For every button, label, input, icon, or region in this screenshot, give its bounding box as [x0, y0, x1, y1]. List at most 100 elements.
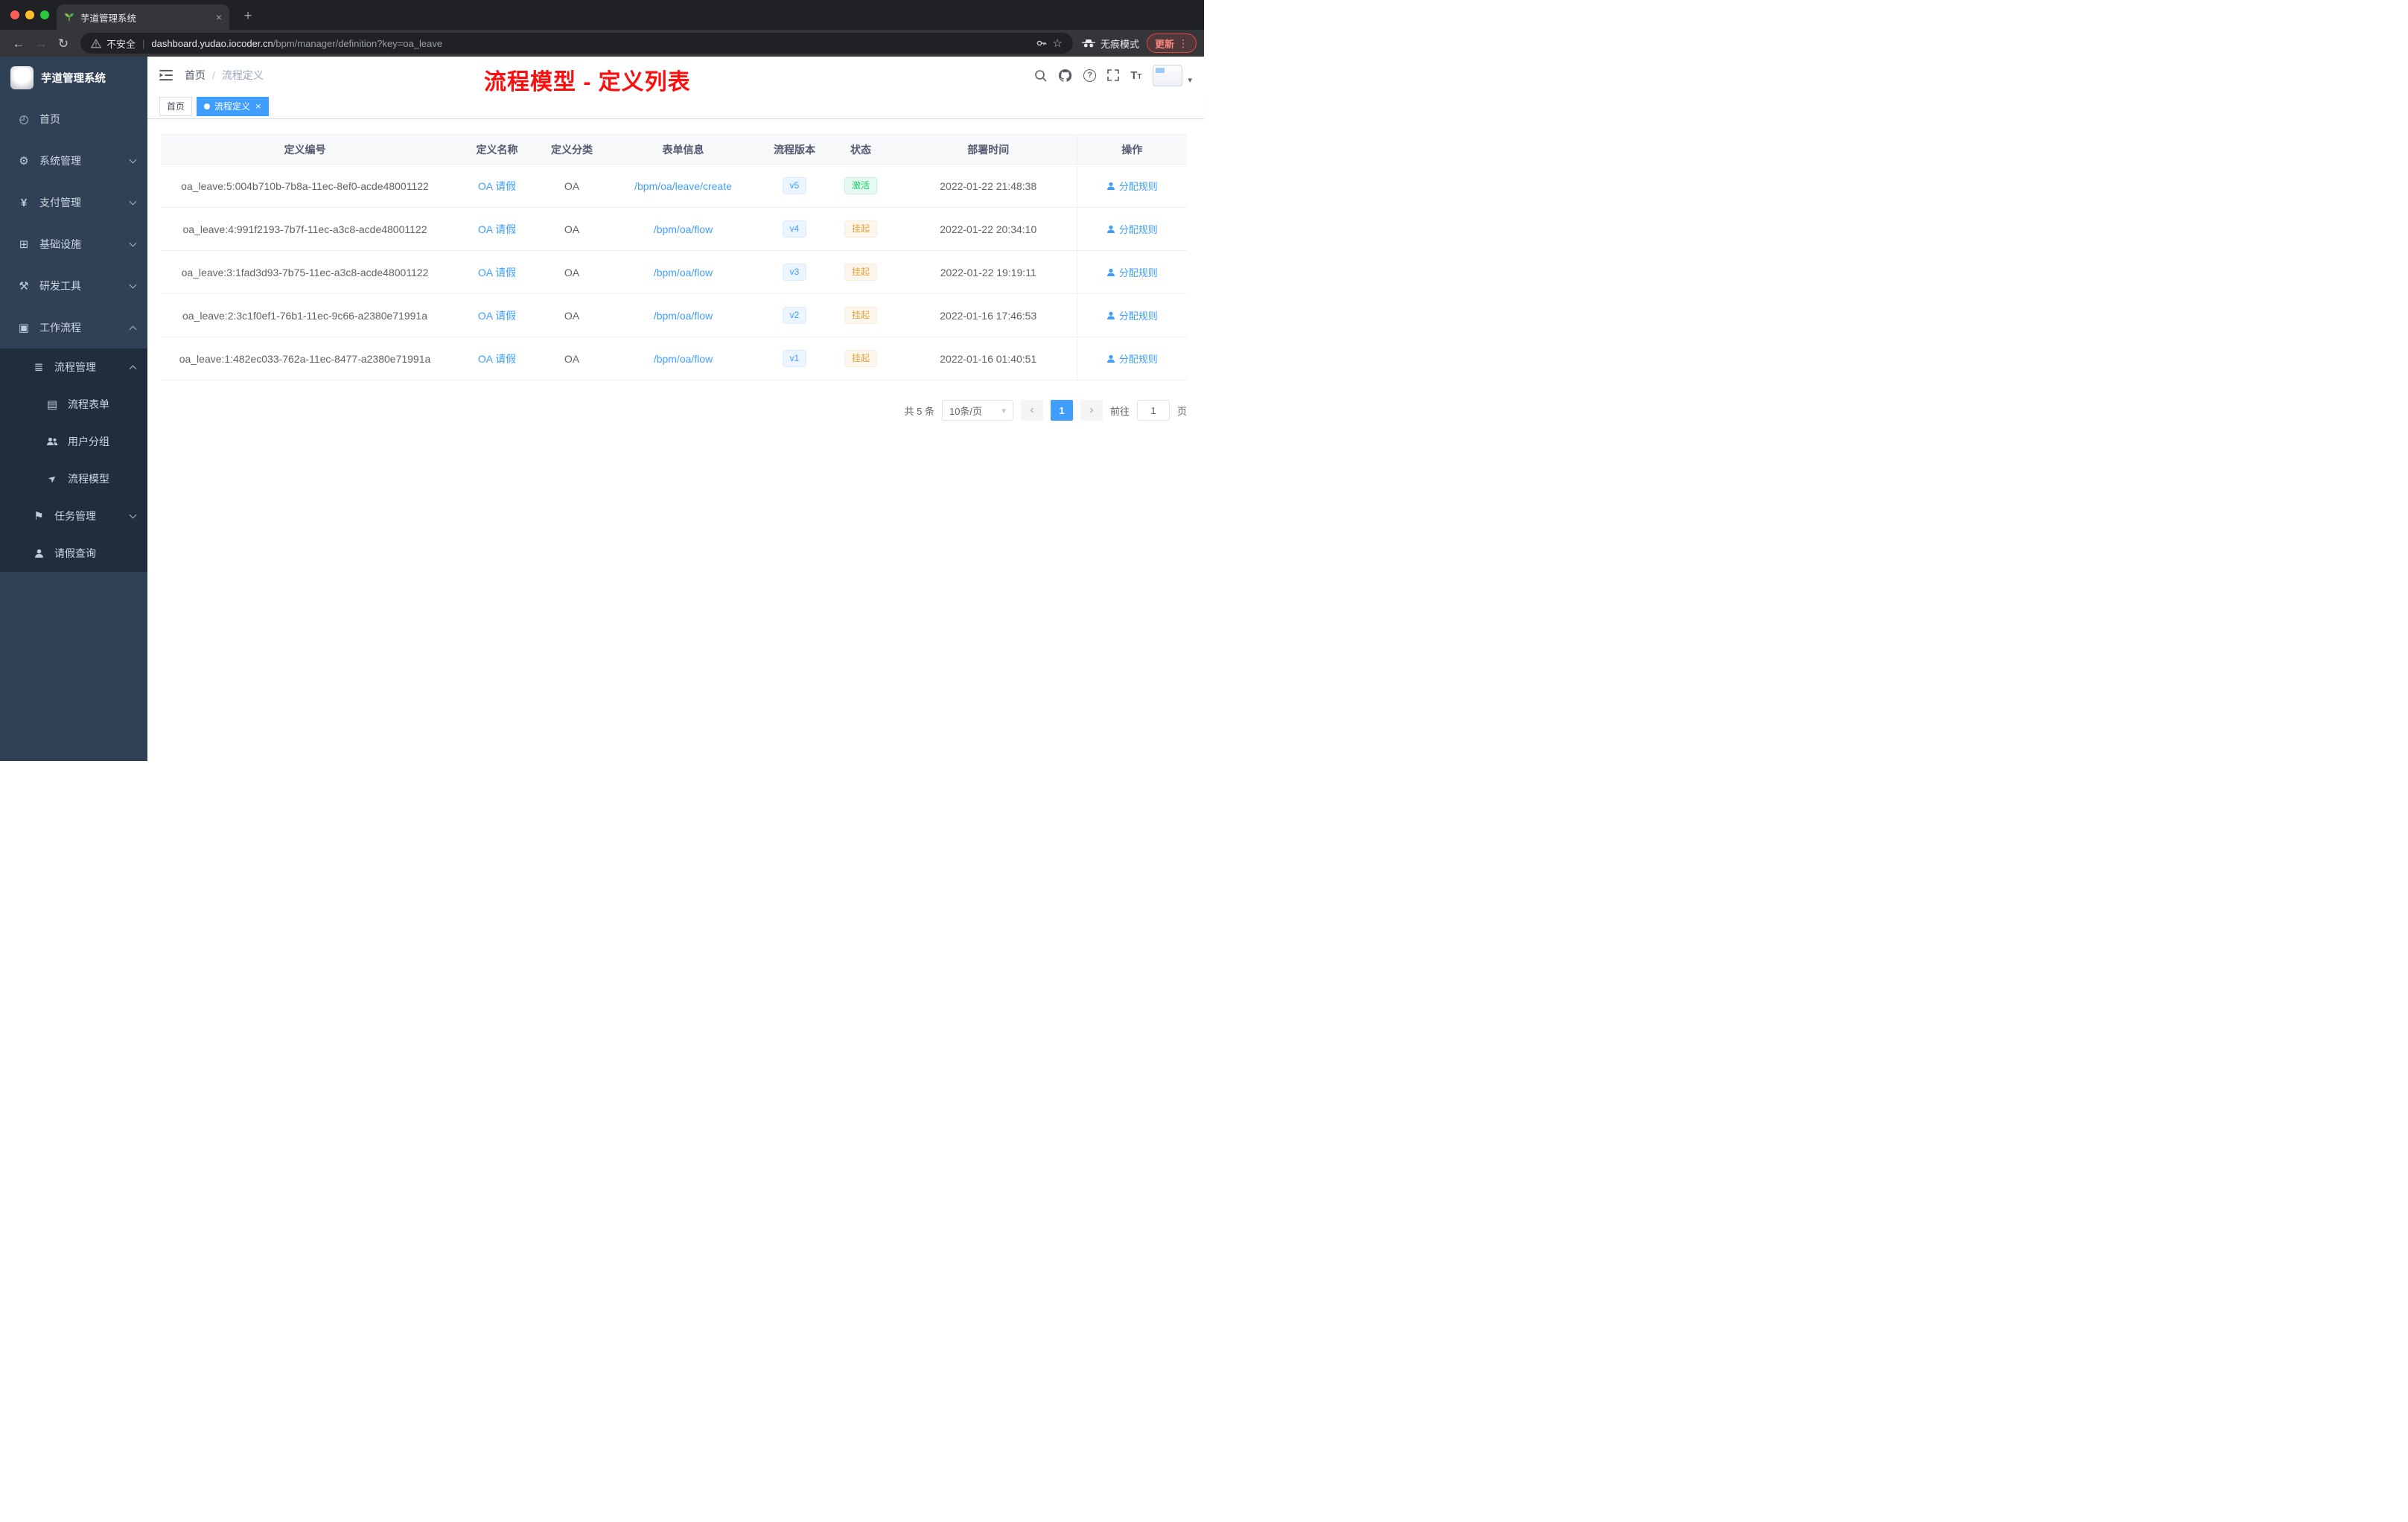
sidebar-item-process-management[interactable]: 流程管理 — [0, 348, 147, 386]
assign-rule-link[interactable]: 分配规则 — [1106, 308, 1158, 322]
forward-button[interactable]: → — [30, 37, 52, 50]
cell-version: v1 — [768, 337, 821, 380]
window-controls — [10, 10, 49, 19]
user-avatar[interactable] — [1153, 64, 1183, 86]
table-header-row: 定义编号 定义名称 定义分类 表单信息 流程版本 状态 部署时间 操作 — [161, 134, 1187, 165]
github-icon[interactable] — [1058, 69, 1072, 83]
form-link[interactable]: /bpm/oa/leave/create — [634, 180, 732, 192]
page-size-select[interactable]: 10条/页 ▾ — [941, 400, 1013, 421]
maximize-window-button[interactable] — [40, 10, 49, 19]
goto-page-input[interactable] — [1136, 400, 1170, 421]
sidebar-item-payment-management[interactable]: 支付管理 — [0, 182, 147, 223]
bookmark-star-icon[interactable]: ☆ — [1053, 38, 1063, 49]
status-badge: 挂起 — [844, 264, 877, 281]
minimize-window-button[interactable] — [25, 10, 34, 19]
navbar-actions: ? TT ▾ — [1034, 64, 1192, 86]
version-badge: v1 — [782, 350, 807, 367]
tag-process-definition[interactable]: 流程定义 × — [197, 96, 269, 116]
page-annotation: 流程模型 - 定义列表 — [484, 70, 691, 95]
reload-button[interactable]: ↻ — [52, 37, 74, 50]
cell-definition-id: oa_leave:2:3c1f0ef1-76b1-11ec-9c66-a2380… — [161, 293, 449, 337]
sidebar-item-infrastructure[interactable]: 基础设施 — [0, 223, 147, 265]
cell-definition-name: OA 请假 — [449, 337, 545, 380]
sidebar-item-process-model[interactable]: 流程模型 — [0, 460, 147, 497]
cell-definition-id: oa_leave:1:482ec033-762a-11ec-8477-a2380… — [161, 337, 449, 380]
sidebar-item-home[interactable]: 首页 — [0, 98, 147, 140]
cell-status: 激活 — [821, 164, 900, 208]
cell-category: OA — [545, 337, 599, 380]
cell-definition-id: oa_leave:5:004b710b-7b8a-11ec-8ef0-acde4… — [161, 164, 449, 208]
chevron-up-icon — [129, 365, 137, 372]
tab-close-icon[interactable]: × — [216, 12, 222, 22]
definition-table: 定义编号 定义名称 定义分类 表单信息 流程版本 状态 部署时间 操作 oa_l… — [161, 134, 1187, 380]
font-size-icon[interactable]: TT — [1130, 70, 1141, 81]
tag-close-icon[interactable]: × — [255, 101, 261, 111]
sidebar-item-workflow[interactable]: 工作流程 — [0, 307, 147, 348]
cell-status: 挂起 — [821, 293, 900, 337]
page-1-button[interactable]: 1 — [1050, 400, 1073, 421]
tag-home[interactable]: 首页 — [159, 96, 193, 116]
assign-rule-link[interactable]: 分配规则 — [1106, 179, 1158, 193]
table-row: oa_leave:2:3c1f0ef1-76b1-11ec-9c66-a2380… — [161, 293, 1187, 337]
definition-name-link[interactable]: OA 请假 — [478, 267, 516, 278]
definition-name-link[interactable]: OA 请假 — [478, 223, 516, 235]
sidebar-item-leave-query[interactable]: 请假查询 — [0, 535, 147, 572]
cell-deploy-time: 2022-01-16 01:40:51 — [900, 337, 1077, 380]
definition-name-link[interactable]: OA 请假 — [478, 180, 516, 192]
prev-page-button[interactable]: ‹ — [1020, 400, 1043, 421]
status-badge: 激活 — [844, 177, 877, 194]
cell-version: v3 — [768, 250, 821, 294]
next-page-button[interactable]: › — [1080, 400, 1103, 421]
browser-menu-icon[interactable]: ⋮ — [1178, 37, 1188, 50]
browser-tab[interactable]: 芋道管理系统 × — [57, 4, 229, 30]
search-icon[interactable] — [1034, 69, 1047, 82]
assign-rule-link[interactable]: 分配规则 — [1106, 351, 1158, 366]
back-button[interactable]: ← — [7, 37, 30, 50]
definition-name-link[interactable]: OA 请假 — [478, 310, 516, 322]
sidebar-item-dev-tools[interactable]: 研发工具 — [0, 265, 147, 307]
cell-category: OA — [545, 164, 599, 208]
goto-unit-label: 页 — [1176, 405, 1187, 417]
top-navbar: 首页 / 流程定义 流程模型 - 定义列表 ? TT ▾ — [147, 57, 1204, 95]
dashboard-icon — [16, 112, 31, 126]
main-panel: 首页 / 流程定义 流程模型 - 定义列表 ? TT ▾ 首页 流程定义 × 定… — [147, 57, 1204, 761]
form-link[interactable]: /bpm/oa/flow — [654, 267, 713, 278]
help-icon[interactable]: ? — [1083, 69, 1097, 82]
form-link[interactable]: /bpm/oa/flow — [654, 353, 713, 365]
address-bar[interactable]: 不安全 | dashboard.yudao.iocoder.cn/bpm/man… — [80, 33, 1073, 54]
version-badge: v5 — [782, 177, 807, 194]
sidebar-toggle-button[interactable] — [159, 69, 173, 81]
sidebar-item-process-form[interactable]: 流程表单 — [0, 386, 147, 423]
cell-operation: 分配规则 — [1076, 250, 1187, 294]
update-button[interactable]: 更新 ⋮ — [1146, 34, 1197, 53]
breadcrumb-home[interactable]: 首页 — [185, 68, 206, 83]
avatar-caret-icon[interactable]: ▾ — [1188, 75, 1192, 85]
password-key-icon[interactable] — [1036, 37, 1048, 49]
status-badge: 挂起 — [844, 307, 877, 324]
sidebar-item-system-management[interactable]: 系统管理 — [0, 140, 147, 182]
user-icon — [31, 549, 46, 558]
active-tag-dot — [204, 103, 211, 109]
new-tab-button[interactable]: + — [238, 7, 258, 26]
chevron-up-icon — [129, 325, 137, 333]
version-badge: v4 — [782, 220, 807, 238]
sidebar-item-user-group[interactable]: 用户分组 — [0, 423, 147, 460]
chevron-down-icon — [129, 511, 137, 518]
definition-name-link[interactable]: OA 请假 — [478, 353, 516, 365]
cell-deploy-time: 2022-01-22 21:48:38 — [900, 164, 1077, 208]
assign-rule-link[interactable]: 分配规则 — [1106, 265, 1158, 279]
close-window-button[interactable] — [10, 10, 19, 19]
browser-toolbar: ← → ↻ 不安全 | dashboard.yudao.iocoder.cn/b… — [0, 30, 1204, 57]
url-text: dashboard.yudao.iocoder.cn/bpm/manager/d… — [151, 37, 443, 49]
chevron-down-icon — [129, 281, 137, 288]
form-link[interactable]: /bpm/oa/flow — [654, 310, 713, 322]
sidebar-item-task-management[interactable]: 任务管理 — [0, 497, 147, 535]
status-badge: 挂起 — [844, 350, 877, 367]
cell-version: v4 — [768, 207, 821, 251]
table-row: oa_leave:3:1fad3d93-7b75-11ec-a3c8-acde4… — [161, 250, 1187, 294]
assign-rule-link[interactable]: 分配规则 — [1106, 222, 1158, 236]
fullscreen-icon[interactable] — [1107, 69, 1119, 81]
app-logo[interactable]: 芋道管理系统 — [0, 57, 147, 98]
workflow-submenu: 流程管理 流程表单 用户分组 流程模型 — [0, 348, 147, 572]
form-link[interactable]: /bpm/oa/flow — [654, 223, 713, 235]
